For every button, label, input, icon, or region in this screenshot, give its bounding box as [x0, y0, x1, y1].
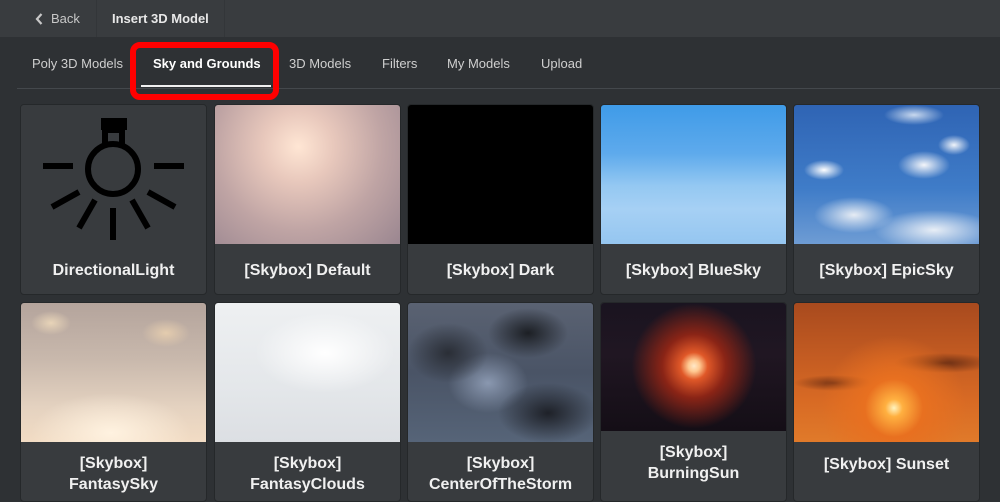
tab-filters[interactable]: Filters [382, 37, 417, 89]
item-skybox-epicsky[interactable]: [Skybox] EpicSky [793, 104, 980, 295]
item-label: [Skybox] Default [244, 261, 371, 279]
chevron-left-icon [35, 12, 43, 25]
label-line: BurningSun [647, 464, 740, 482]
tab-bar: Poly 3D Models Sky and Grounds 3D Models… [17, 37, 1000, 89]
item-label: [Skybox] Sunset [823, 455, 950, 473]
item-skybox-burningsun[interactable]: [Skybox] BurningSun [600, 302, 787, 502]
item-directional-light[interactable]: DirectionalLight [20, 104, 207, 295]
top-bar: Back Insert 3D Model [0, 0, 1000, 37]
item-label: [Skybox] BlueSky [625, 261, 762, 279]
label-line: FantasySky [69, 475, 158, 493]
label-line: [Skybox] [79, 454, 148, 472]
skybox-fantasyclouds-thumbnail [215, 303, 400, 442]
label-line: FantasyClouds [250, 475, 365, 493]
item-skybox-sunset[interactable]: [Skybox] Sunset [793, 302, 980, 502]
tab-label: 3D Models [289, 55, 352, 71]
item-skybox-centerofthestorm[interactable]: [Skybox] CenterOfTheStorm [407, 302, 594, 502]
skybox-sunset-thumbnail [794, 303, 979, 442]
item-label: [Skybox] CenterOfTheStorm [408, 442, 593, 501]
label-line: [Skybox] [466, 454, 535, 472]
skybox-burningsun-thumbnail [601, 303, 786, 431]
label-line: [Skybox] [273, 454, 342, 472]
tab-label: Filters [382, 55, 418, 71]
item-skybox-dark[interactable]: [Skybox] Dark [407, 104, 594, 295]
page-title: Insert 3D Model [97, 0, 225, 37]
item-label: [Skybox] FantasySky [21, 442, 206, 501]
tab-label: Sky and Grounds [153, 55, 261, 71]
item-label: [Skybox] EpicSky [819, 261, 954, 279]
item-skybox-fantasysky[interactable]: [Skybox] FantasySky [20, 302, 207, 502]
skybox-centerofthestorm-thumbnail [408, 303, 593, 442]
item-label: [Skybox] Dark [446, 261, 555, 279]
skybox-fantasysky-thumbnail [21, 303, 206, 442]
skybox-default-thumbnail [215, 105, 400, 244]
tab-poly-3d-models[interactable]: Poly 3D Models [32, 37, 123, 89]
active-tab-indicator [141, 85, 271, 87]
item-skybox-default[interactable]: [Skybox] Default [214, 104, 401, 295]
skybox-bluesky-thumbnail [601, 105, 786, 244]
tab-label: My Models [447, 55, 510, 71]
back-button[interactable]: Back [0, 0, 97, 37]
tab-label: Upload [541, 55, 583, 71]
skybox-dark-thumbnail [408, 105, 593, 244]
item-skybox-fantasyclouds[interactable]: [Skybox] FantasyClouds [214, 302, 401, 502]
lightbulb-icon [21, 105, 206, 244]
item-label: [Skybox] BurningSun [601, 431, 786, 494]
tab-upload[interactable]: Upload [541, 37, 582, 89]
label-line: CenterOfTheStorm [428, 475, 573, 493]
back-label: Back [51, 11, 80, 26]
item-label: DirectionalLight [52, 261, 175, 279]
tab-3d-models[interactable]: 3D Models [289, 37, 351, 89]
label-line: [Skybox] [659, 443, 728, 461]
tab-sky-and-grounds[interactable]: Sky and Grounds [141, 37, 271, 89]
skybox-epicsky-thumbnail [794, 105, 979, 244]
tab-my-models[interactable]: My Models [447, 37, 510, 89]
item-label: [Skybox] FantasyClouds [215, 442, 400, 501]
tab-label: Poly 3D Models [32, 55, 124, 71]
item-skybox-bluesky[interactable]: [Skybox] BlueSky [600, 104, 787, 295]
